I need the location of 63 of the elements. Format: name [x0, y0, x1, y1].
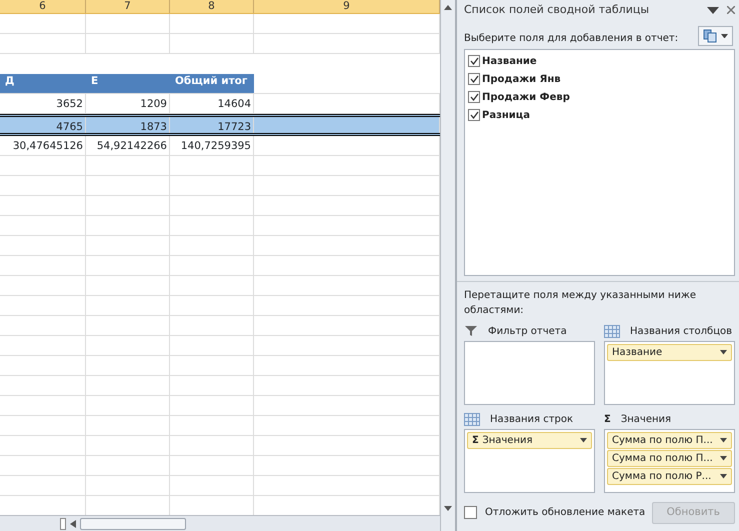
checkbox[interactable]: [468, 55, 480, 67]
field-chip[interactable]: Сумма по полю П...: [607, 432, 732, 449]
area-label: Фильтр отчета: [488, 324, 567, 338]
drop-area[interactable]: Сумма по полю П... Сумма по полю П... Сумма по полю Р...: [604, 429, 735, 493]
check-icon: [470, 75, 478, 83]
column-header[interactable]: 6: [0, 0, 86, 13]
table-cell: 54,92142266: [86, 136, 170, 155]
pivot-column-header: Е: [91, 75, 98, 88]
drag-prompt: Перетащите поля между указанными ниже областями:: [464, 289, 698, 318]
check-icon: [470, 57, 478, 65]
scroll-down-icon[interactable]: [444, 506, 452, 511]
layout-icon: [703, 29, 717, 43]
area-label: Значения: [620, 412, 672, 426]
filter-icon: [464, 325, 478, 337]
field-chip[interactable]: Название: [607, 344, 732, 361]
caret-icon: [580, 438, 587, 443]
tab-split-handle[interactable]: [60, 518, 66, 530]
field-label: Продажи Февр: [482, 90, 570, 104]
field-label: Продажи Янв: [482, 72, 561, 86]
check-icon: [470, 93, 478, 101]
field-label: Разница: [482, 108, 530, 122]
checkbox[interactable]: [468, 91, 480, 103]
caret-icon: [720, 474, 727, 479]
field-chip[interactable]: Сумма по полю П...: [607, 450, 732, 467]
table-cell: 17723: [170, 117, 254, 133]
check-icon: [470, 111, 478, 119]
sigma-icon: Σ: [604, 412, 611, 426]
caret-icon: [720, 350, 727, 355]
table-grid-icon: [464, 412, 480, 426]
caret-icon: [721, 34, 728, 38]
dropdown-icon[interactable]: [707, 6, 719, 14]
area-label: Названия столбцов: [630, 324, 732, 338]
checkbox-label: Отложить обновление макета: [485, 506, 646, 520]
field-prompt: Выберите поля для добавления в отчет:: [464, 32, 678, 46]
table-cell: 4765: [0, 117, 86, 133]
checkbox[interactable]: [468, 109, 480, 121]
column-header[interactable]: 7: [86, 0, 170, 13]
drop-area[interactable]: Название: [604, 341, 735, 405]
pivot-column-header: Д: [5, 75, 14, 88]
field-chip[interactable]: Σ Значения: [467, 432, 592, 449]
layout-button[interactable]: [698, 26, 733, 46]
field-label: Название: [482, 54, 537, 68]
close-icon[interactable]: [727, 6, 735, 14]
drop-area[interactable]: Σ Значения: [464, 429, 595, 493]
caret-icon: [720, 438, 727, 443]
column-header[interactable]: 8: [170, 0, 254, 13]
checkbox[interactable]: [464, 506, 477, 520]
table-cell: 1209: [86, 94, 170, 113]
pivot-column-header: Общий итог: [175, 75, 248, 88]
area-label: Названия строк: [490, 412, 574, 426]
table-cell: 30,47645126: [0, 136, 86, 155]
field-chip[interactable]: Сумма по полю Р...: [607, 468, 732, 485]
table-grid-icon: [604, 324, 620, 338]
caret-icon: [720, 456, 727, 461]
table-cell: 3652: [0, 94, 86, 113]
table-cell: 14604: [170, 94, 254, 113]
panel-title: Список полей сводной таблицы: [464, 2, 650, 18]
table-cell: 1873: [86, 117, 170, 133]
scroll-up-icon[interactable]: [444, 5, 452, 10]
checkbox[interactable]: [468, 73, 480, 85]
scroll-left-icon[interactable]: [70, 520, 76, 528]
table-cell: 140,7259395: [170, 136, 254, 155]
scrollbar-thumb[interactable]: [80, 518, 186, 530]
